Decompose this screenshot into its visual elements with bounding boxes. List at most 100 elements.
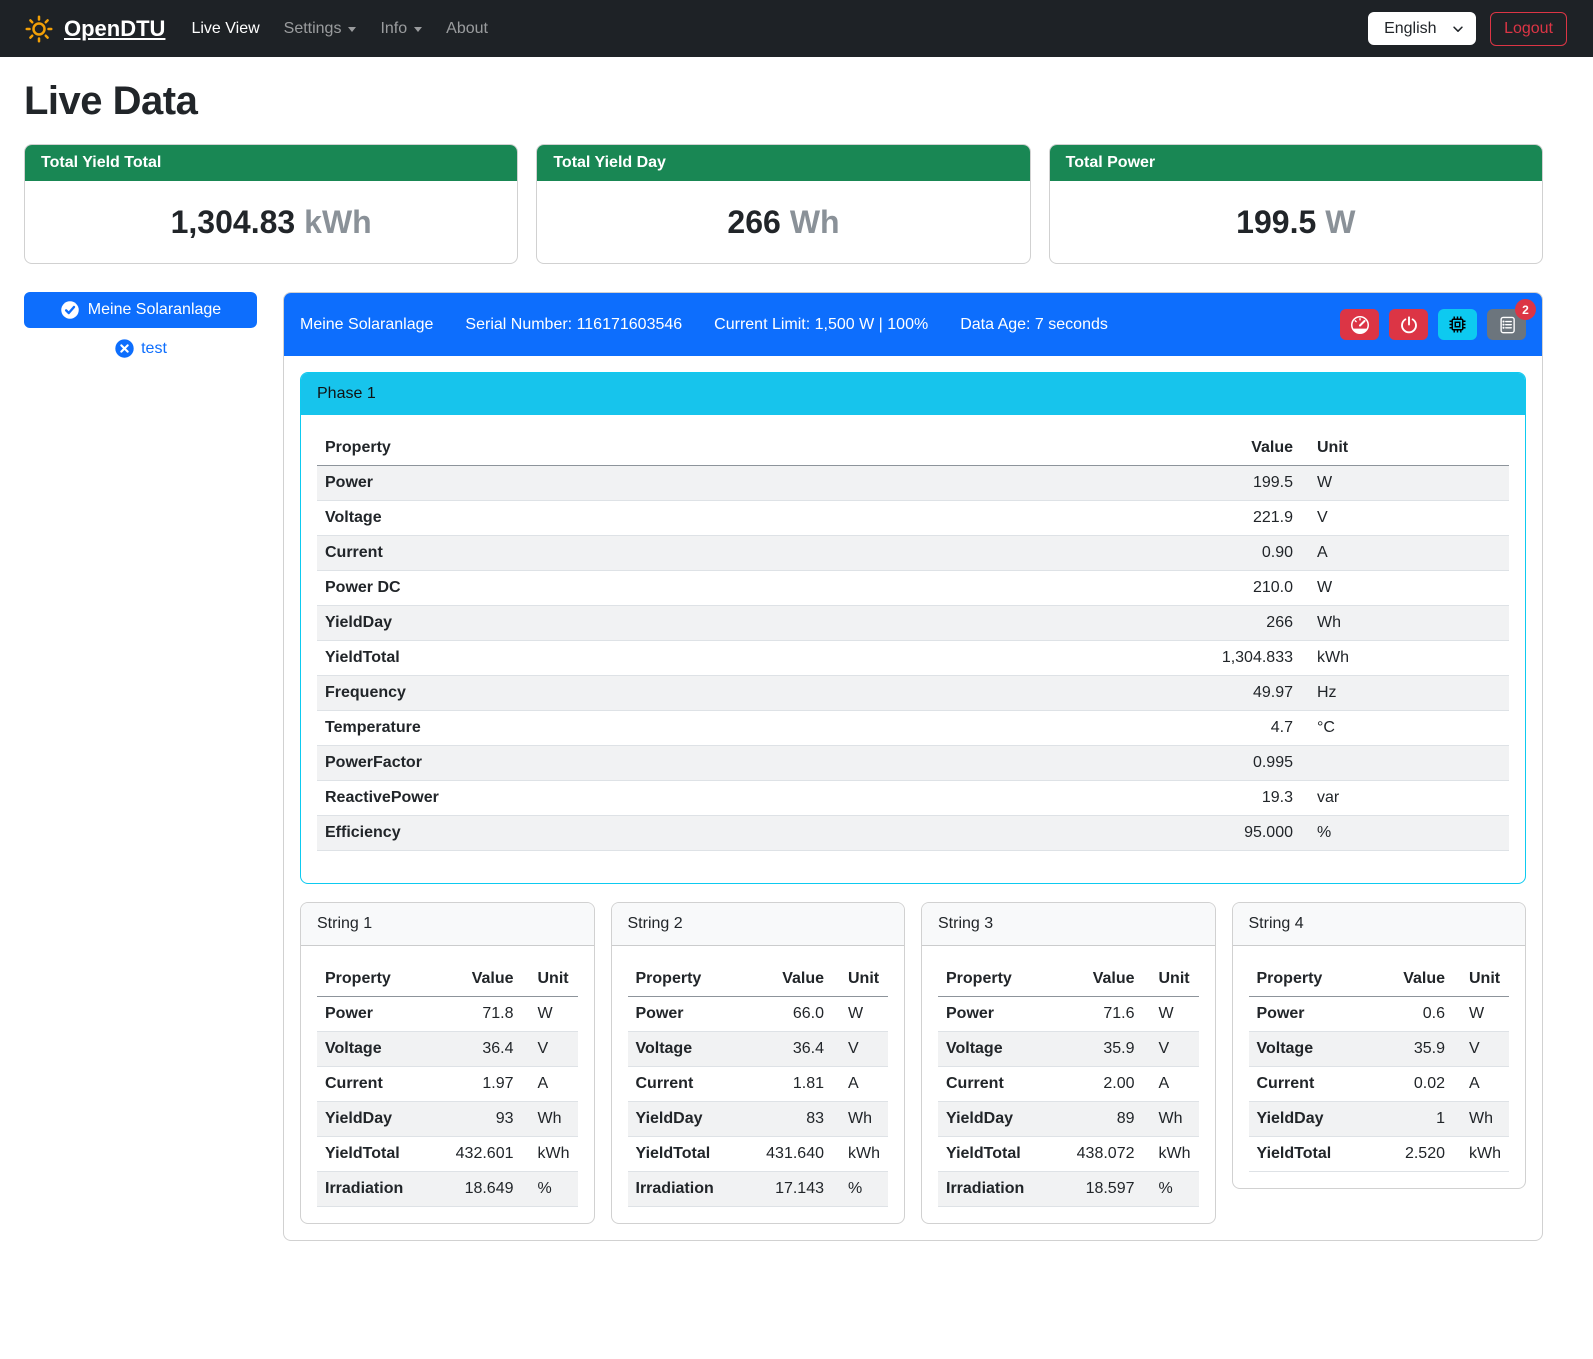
nav-item-settings[interactable]: Settings: [272, 12, 369, 46]
inverter-current-limit: Current Limit: 1,500 W | 100%: [714, 316, 928, 334]
property-unit: Wh: [1453, 1102, 1509, 1137]
total-yield-total-unit: kWh: [304, 204, 372, 240]
nav-item-info[interactable]: Info: [368, 12, 434, 46]
table-row: Voltage 35.9 V: [1249, 1032, 1510, 1067]
nav-links: Live View Settings Info About: [179, 12, 1368, 46]
language-select[interactable]: English: [1368, 12, 1476, 45]
journal-list-icon: [1497, 315, 1517, 335]
property-value: 199.5: [1159, 466, 1301, 501]
property-value: 93: [434, 1102, 522, 1137]
property-unit: var: [1301, 781, 1509, 816]
limit-settings-button[interactable]: [1340, 309, 1379, 340]
table-row: Power 71.6 W: [938, 997, 1199, 1032]
power-toggle-button[interactable]: [1389, 309, 1428, 340]
table-row: Voltage 36.4 V: [628, 1032, 889, 1067]
property-value: 0.995: [1159, 746, 1301, 781]
table-header-row: Property Value Unit: [317, 431, 1509, 466]
table-row: Frequency 49.97 Hz: [317, 676, 1509, 711]
table-row: Irradiation 18.597 %: [938, 1172, 1199, 1207]
column-header-unit: Unit: [522, 962, 578, 997]
property-name: Irradiation: [317, 1172, 434, 1207]
property-unit: Hz: [1301, 676, 1509, 711]
property-unit: [1301, 746, 1509, 781]
property-value: 266: [1159, 606, 1301, 641]
property-unit: kWh: [1453, 1137, 1509, 1172]
inverter-sidebar: Meine Solaranlage test: [24, 292, 257, 361]
device-info-button[interactable]: [1438, 309, 1477, 340]
column-header-property: Property: [628, 962, 745, 997]
property-value: 19.3: [1159, 781, 1301, 816]
event-log-button[interactable]: 2: [1487, 309, 1526, 340]
property-unit: W: [1301, 571, 1509, 606]
table-row: YieldTotal 1,304.833 kWh: [317, 641, 1509, 676]
check-circle-icon: [60, 300, 80, 320]
logout-button[interactable]: Logout: [1490, 12, 1567, 46]
table-row: YieldDay 93 Wh: [317, 1102, 578, 1137]
string-1-card: String 1 Property Value Unit: [300, 902, 595, 1224]
phase-table: Property Value Unit Power 199.5 W Voltag…: [317, 431, 1509, 851]
string-3-card: String 3 Property Value Unit: [921, 902, 1216, 1224]
property-name: Frequency: [317, 676, 1159, 711]
property-name: Current: [317, 536, 1159, 571]
property-name: Voltage: [938, 1032, 1055, 1067]
table-header-row: Property Value Unit: [938, 962, 1199, 997]
property-unit: V: [522, 1032, 578, 1067]
sidebar-item-meine-solaranlage[interactable]: Meine Solaranlage: [24, 292, 257, 328]
sidebar-item-test[interactable]: test: [106, 336, 175, 361]
table-row: ReactivePower 19.3 var: [317, 781, 1509, 816]
inverter-header: Meine Solaranlage Serial Number: 1161716…: [284, 293, 1542, 356]
language-select-wrap: English: [1368, 12, 1476, 45]
string-2-card: String 2 Property Value Unit: [611, 902, 906, 1224]
string-card-title: String 3: [922, 903, 1215, 946]
table-row: Current 1.81 A: [628, 1067, 889, 1102]
property-name: Current: [938, 1067, 1055, 1102]
property-value: 0.90: [1159, 536, 1301, 571]
property-name: YieldDay: [938, 1102, 1055, 1137]
property-value: 0.6: [1365, 997, 1453, 1032]
brand-link[interactable]: OpenDTU: [24, 14, 165, 44]
strings-row: String 1 Property Value Unit: [300, 902, 1526, 1224]
property-value: 221.9: [1159, 501, 1301, 536]
property-unit: Wh: [522, 1102, 578, 1137]
property-unit: %: [522, 1172, 578, 1207]
table-row: PowerFactor 0.995: [317, 746, 1509, 781]
table-row: Power DC 210.0 W: [317, 571, 1509, 606]
property-value: 95.000: [1159, 816, 1301, 851]
string-4-card: String 4 Property Value Unit: [1232, 902, 1527, 1189]
table-row: YieldDay 266 Wh: [317, 606, 1509, 641]
inverter-serial: Serial Number: 116171603546: [465, 316, 682, 334]
column-header-value: Value: [1159, 431, 1301, 466]
inverter-name: Meine Solaranlage: [300, 316, 433, 334]
table-row: Voltage 221.9 V: [317, 501, 1509, 536]
column-header-unit: Unit: [1453, 962, 1509, 997]
property-unit: kWh: [1301, 641, 1509, 676]
string-4-table: Property Value Unit Power 0.6 W Voltage …: [1249, 962, 1510, 1172]
table-row: Irradiation 17.143 %: [628, 1172, 889, 1207]
column-header-unit: Unit: [1301, 431, 1509, 466]
property-value: 71.6: [1055, 997, 1143, 1032]
nav-item-live-view[interactable]: Live View: [179, 12, 271, 46]
total-yield-day-value: 266: [727, 204, 780, 240]
phase-1-panel: Phase 1 Property Value Unit Power: [300, 372, 1526, 884]
property-name: Efficiency: [317, 816, 1159, 851]
total-power-unit: W: [1325, 204, 1355, 240]
property-name: Temperature: [317, 711, 1159, 746]
property-unit: W: [1301, 466, 1509, 501]
property-unit: A: [1301, 536, 1509, 571]
property-value: 0.02: [1365, 1067, 1453, 1102]
phase-panel-title: Phase 1: [301, 373, 1525, 415]
property-value: 36.4: [744, 1032, 832, 1067]
property-unit: W: [832, 997, 888, 1032]
property-unit: %: [832, 1172, 888, 1207]
sidebar-item-label: test: [141, 340, 167, 358]
property-name: ReactivePower: [317, 781, 1159, 816]
inverter-data-age: Data Age: 7 seconds: [960, 316, 1108, 334]
property-name: Power: [938, 997, 1055, 1032]
column-header-property: Property: [317, 431, 1159, 466]
nav-item-about[interactable]: About: [434, 12, 500, 46]
property-unit: kWh: [1143, 1137, 1199, 1172]
sidebar-item-label: Meine Solaranlage: [88, 301, 221, 319]
column-header-unit: Unit: [832, 962, 888, 997]
property-name: Voltage: [317, 1032, 434, 1067]
property-value: 36.4: [434, 1032, 522, 1067]
